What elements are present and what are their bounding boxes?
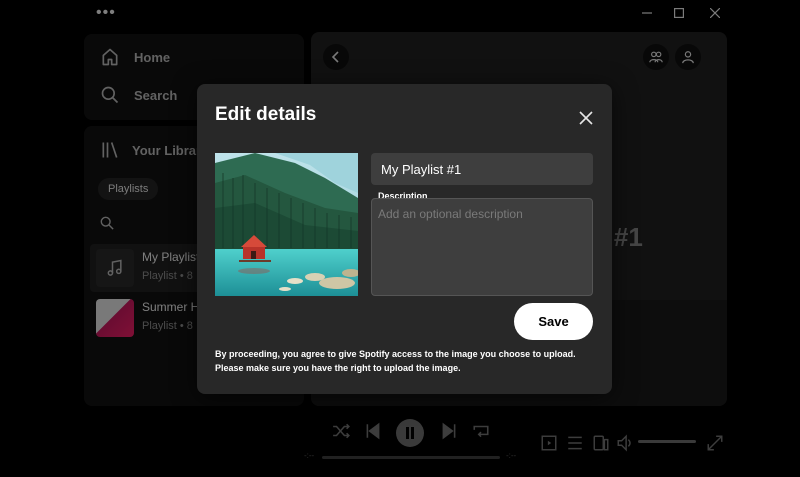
- playlist-cover-image[interactable]: [215, 153, 358, 296]
- playlist-name-input[interactable]: [371, 153, 593, 185]
- description-textarea[interactable]: [371, 198, 593, 296]
- cabin-lake-illustration: [215, 153, 358, 296]
- save-button[interactable]: Save: [514, 303, 593, 340]
- upload-disclaimer: By proceeding, you agree to give Spotify…: [215, 349, 576, 373]
- dialog-title: Edit details: [215, 104, 317, 125]
- close-icon[interactable]: [578, 110, 594, 126]
- edit-details-dialog: Edit details My Playlist #1 Description …: [197, 84, 612, 394]
